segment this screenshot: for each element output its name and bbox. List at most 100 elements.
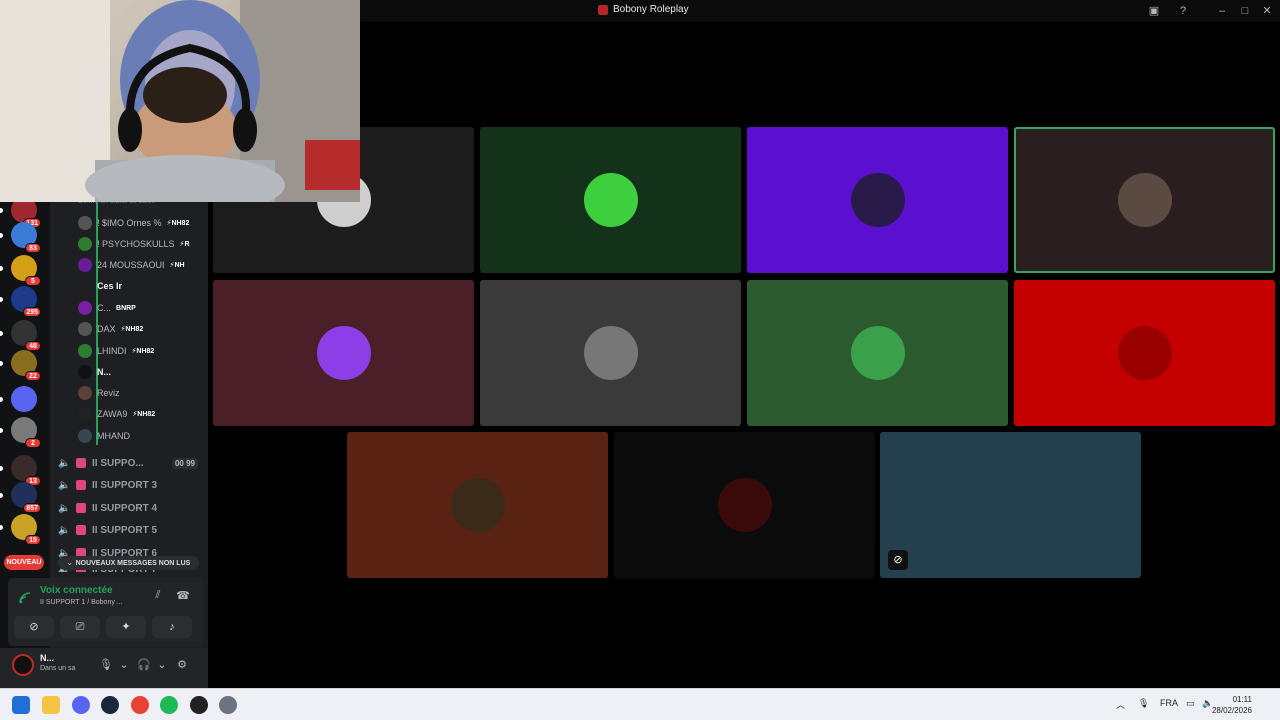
camera-off-icon: ⊘ bbox=[29, 621, 39, 633]
microphone-icon[interactable]: 🎙 bbox=[98, 657, 114, 673]
server-icon[interactable]: 5 bbox=[11, 255, 41, 286]
discord-icon[interactable] bbox=[72, 696, 90, 714]
date: 28/02/2026 bbox=[1211, 706, 1252, 715]
member-tag: BNRP bbox=[116, 304, 136, 312]
server-icon[interactable]: 15 bbox=[11, 514, 41, 545]
participant-tile[interactable] bbox=[480, 127, 741, 273]
channel-name: II SUPPO... bbox=[92, 457, 144, 469]
mention-badge: 2 bbox=[25, 438, 41, 448]
microphone-icon[interactable]: 🎙 bbox=[1138, 698, 1149, 709]
chevron-up-icon[interactable]: ︿ bbox=[1116, 698, 1125, 711]
help-icon[interactable]: ? bbox=[1176, 4, 1190, 18]
disconnect-icon[interactable]: ☎ bbox=[175, 589, 191, 605]
speaker-icon: 🔈 bbox=[58, 524, 71, 536]
clock[interactable]: 01:11 28/02/2026 bbox=[1212, 694, 1252, 716]
member-name: ! PSYCHOSKULLS bbox=[97, 239, 175, 249]
app-icon[interactable] bbox=[190, 696, 208, 714]
steam-icon[interactable] bbox=[101, 696, 119, 714]
participant-tile[interactable] bbox=[747, 280, 1008, 426]
inbox-icon[interactable]: ▣ bbox=[1147, 4, 1161, 18]
screen-share-button[interactable]: ⎚ bbox=[60, 616, 100, 638]
server-icon[interactable]: 22 bbox=[11, 350, 41, 381]
activities-button[interactable]: ✦ bbox=[106, 616, 146, 638]
member-tag: ⚡NH bbox=[169, 262, 185, 269]
soundboard-button[interactable]: ♪ bbox=[152, 616, 192, 638]
voice-status[interactable]: Voix connectée bbox=[40, 585, 113, 596]
voice-stage: ⊘ bbox=[208, 22, 1280, 688]
server-icon[interactable]: 295 bbox=[11, 286, 41, 317]
activities-icon: ✦ bbox=[121, 621, 131, 633]
chevron-down-icon[interactable]: ⌄ bbox=[154, 657, 170, 673]
mention-badge: 15 bbox=[25, 535, 41, 545]
member-name: LHINDI bbox=[97, 346, 127, 356]
voice-member[interactable]: LHINDI ⚡NH82 bbox=[78, 342, 203, 360]
deafened-icon: ⊘ bbox=[888, 550, 908, 570]
voice-channel[interactable]: II SUPPORT 1 / Bobony ... bbox=[40, 599, 123, 606]
voice-member[interactable]: ! PSYCHOSKULLS ⚡R bbox=[78, 235, 203, 253]
participant-tile[interactable]: ⊘ bbox=[880, 432, 1141, 578]
gear-icon[interactable]: ⚙ bbox=[174, 657, 190, 673]
participant-avatar bbox=[450, 478, 505, 532]
unread-messages-pill[interactable]: ⌄ NOUVEAUX MESSAGES NON LUS bbox=[58, 556, 199, 570]
channel-tag-icon bbox=[76, 480, 86, 490]
member-avatar bbox=[78, 407, 92, 421]
user-status[interactable]: Dans un sa bbox=[40, 665, 75, 672]
spotify-icon[interactable] bbox=[160, 696, 178, 714]
chevron-down-icon[interactable]: ⌄ bbox=[116, 657, 132, 673]
user-avatar[interactable] bbox=[12, 654, 34, 676]
participant-tile[interactable] bbox=[747, 127, 1008, 273]
language-indicator[interactable]: FRA bbox=[1160, 698, 1178, 708]
voice-member[interactable]: 24 MOUSSAOUI ⚡NH bbox=[78, 256, 203, 274]
maximize-icon[interactable]: □ bbox=[1238, 4, 1252, 18]
signal-icon[interactable] bbox=[18, 591, 32, 608]
member-avatar bbox=[78, 301, 92, 315]
voice-member[interactable]: Reviz bbox=[78, 384, 203, 402]
participant-tile[interactable] bbox=[480, 280, 741, 426]
screen: 131835295482221385715NOUVEAU Définir un … bbox=[0, 0, 1280, 720]
voice-member[interactable]: ! $IMO Ornes % ⚡NH82 bbox=[78, 214, 203, 232]
voice-member[interactable]: N... bbox=[78, 363, 203, 381]
member-name: 24 MOUSSAOUI bbox=[97, 260, 165, 270]
server-icon[interactable]: 2 bbox=[11, 417, 41, 448]
window-title-text: Bobony Roleplay bbox=[613, 4, 689, 15]
headphones-icon[interactable]: 🎧 bbox=[136, 657, 152, 673]
close-icon[interactable]: ✕ bbox=[1260, 4, 1274, 18]
network-icon[interactable]: ▭ bbox=[1186, 698, 1195, 709]
voice-member[interactable]: C... BNRP bbox=[78, 299, 203, 317]
voice-member[interactable]: ZAWA9 ⚡NH82 bbox=[78, 405, 203, 423]
server-icon[interactable]: 48 bbox=[11, 320, 41, 351]
unread-pip bbox=[0, 266, 3, 271]
server-icon[interactable]: 13 bbox=[11, 455, 41, 486]
server-icon[interactable]: 83 bbox=[11, 222, 41, 253]
voice-channel[interactable]: 🔈 II SUPPORT 3 bbox=[58, 475, 198, 495]
voice-channel[interactable]: 🔈 II SUPPORT 5 bbox=[58, 520, 198, 540]
member-name: ! $IMO Ornes % bbox=[97, 218, 162, 228]
camera-button[interactable]: ⊘ bbox=[14, 616, 54, 638]
participant-tile[interactable] bbox=[1014, 280, 1275, 426]
participant-tile[interactable] bbox=[614, 432, 875, 578]
start-icon[interactable] bbox=[12, 696, 30, 714]
chrome-icon[interactable] bbox=[131, 696, 149, 714]
participant-tile[interactable] bbox=[347, 432, 608, 578]
voice-member[interactable]: MHAND bbox=[78, 427, 203, 445]
new-servers-badge[interactable]: NOUVEAU bbox=[4, 555, 44, 570]
settings-icon[interactable] bbox=[219, 696, 237, 714]
voice-channel[interactable]: 🔈 II SUPPORT 4 bbox=[58, 498, 198, 518]
participant-tile[interactable] bbox=[213, 280, 474, 426]
user-name[interactable]: N... bbox=[40, 653, 54, 663]
participant-avatar bbox=[583, 173, 638, 227]
mention-badge: 22 bbox=[25, 371, 41, 381]
server-icon[interactable] bbox=[11, 386, 37, 412]
voice-channel[interactable]: 🔈 II SUPPO... 00 99 bbox=[58, 453, 198, 473]
participant-tile[interactable] bbox=[1014, 127, 1275, 273]
member-tag: ⚡NH82 bbox=[131, 348, 155, 355]
noise-suppression-icon[interactable]: ⫽ bbox=[150, 589, 166, 605]
voice-member[interactable]: Ces Ir bbox=[78, 277, 203, 295]
voice-member[interactable]: DAX ⚡NH82 bbox=[78, 320, 203, 338]
participant-avatar bbox=[1117, 173, 1172, 227]
file-explorer-icon[interactable] bbox=[42, 696, 60, 714]
user-panel: N... Dans un sa 🎙 ⌄ 🎧 ⌄ ⚙ bbox=[0, 648, 208, 688]
minimize-icon[interactable]: – bbox=[1215, 4, 1229, 18]
server-icon[interactable]: 857 bbox=[11, 482, 41, 513]
participant-avatar bbox=[583, 326, 638, 380]
